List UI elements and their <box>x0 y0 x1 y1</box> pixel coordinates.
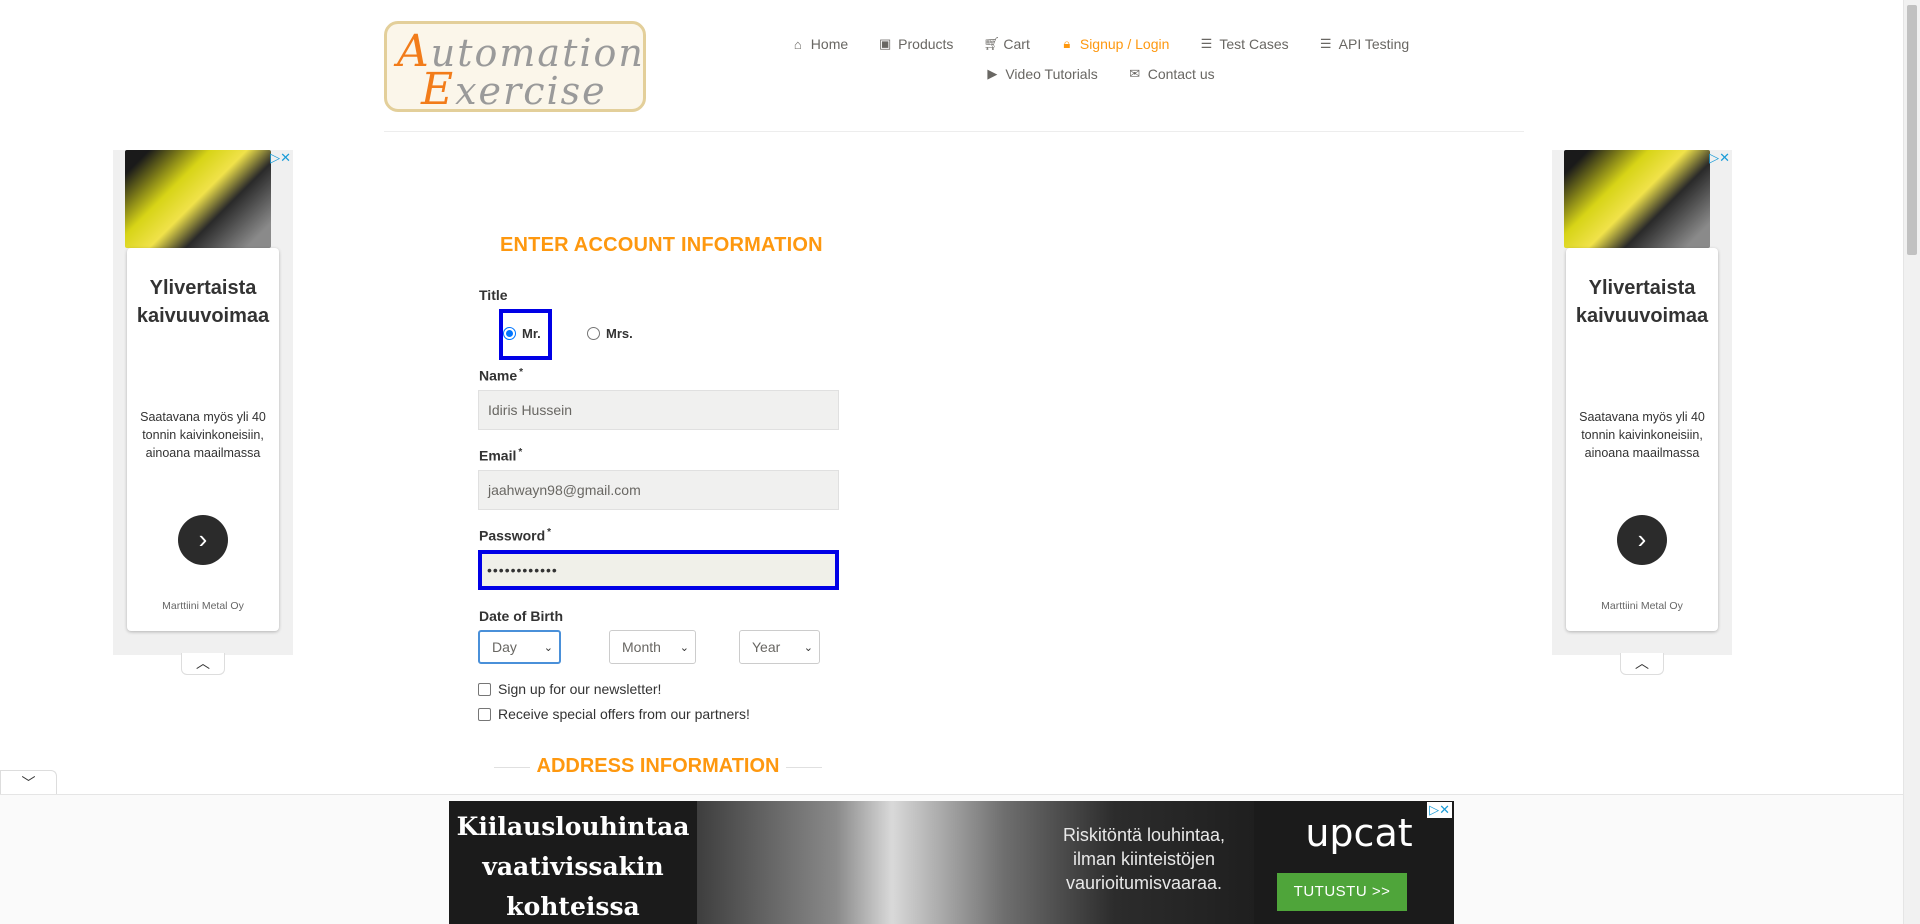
dob-year-select[interactable]: Year ⌄ <box>739 630 820 664</box>
offers-checkbox[interactable] <box>478 707 491 721</box>
youtube-icon: ▶ <box>987 66 998 81</box>
chevron-up-icon[interactable]: ︿ <box>181 653 225 675</box>
nav-cart[interactable]: 🛒︎ Cart <box>983 36 1029 52</box>
nav-home[interactable]: ⌂ Home <box>791 36 848 52</box>
page: Automation Exercise ⌂ Home ▣ Products 🛒︎… <box>0 0 1920 924</box>
chevron-right-icon[interactable]: › <box>1617 515 1667 565</box>
newsletter-label: Sign up for our newsletter! <box>498 681 662 697</box>
list-icon: ☰ <box>1319 36 1332 51</box>
dob-day-select[interactable]: Day ⌄ <box>478 630 561 664</box>
nav-test-cases-label: Test Cases <box>1219 36 1289 52</box>
bottom-ad-headline: Kiilauslouhintaa vaativissakin kohteissa <box>456 812 690 921</box>
ad-product-image <box>1564 150 1710 248</box>
nav-home-label: Home <box>810 36 849 52</box>
nav-products-label: Products <box>898 36 954 52</box>
ad-sponsor: Marttiini Metal Oy <box>1601 600 1683 612</box>
ad-choices-icon[interactable]: ▷✕ <box>1709 150 1730 166</box>
radio-label-mrs: Mrs. <box>606 326 633 341</box>
chevron-down-icon: ⌄ <box>543 641 553 654</box>
address-info-title: ADDRESS INFORMATION <box>536 755 780 777</box>
ad-body: Saatavana myös yli 40 tonnin kaivinkonei… <box>1579 410 1705 460</box>
home-icon: ⌂ <box>793 36 802 52</box>
bottom-ad-brand: upcat <box>1305 811 1413 855</box>
name-input[interactable]: Idiris Hussein <box>478 390 839 430</box>
ad-product-image <box>125 150 271 248</box>
email-label: Email * <box>479 447 523 464</box>
nav-products[interactable]: ▣ Products <box>878 36 953 52</box>
ad-card[interactable]: Ylivertaista kaivuuvoimaa Saatavana myös… <box>1566 248 1718 631</box>
envelope-icon: ✉ <box>1129 66 1141 81</box>
chevron-down-icon: ⌄ <box>679 641 689 654</box>
bottom-ad-side-text: Riskitöntä louhintaa, ilman kiinteistöje… <box>1062 825 1226 893</box>
main-nav: ⌂ Home ▣ Products 🛒︎ Cart 🔒︎ Signup / Lo… <box>780 29 1420 89</box>
chevron-down-icon[interactable]: ﹀ <box>0 770 57 795</box>
lock-icon: 🔒︎ <box>1063 36 1071 51</box>
nav-contact-us[interactable]: ✉ Contact us <box>1128 66 1215 82</box>
radio-button[interactable] <box>587 327 600 340</box>
offers-label: Receive special offers from our partners… <box>498 706 750 722</box>
dob-month-select[interactable]: Month ⌄ <box>609 630 696 664</box>
nav-contact-us-label: Contact us <box>1147 66 1215 82</box>
nav-signup-login[interactable]: 🔒︎ Signup / Login <box>1060 36 1170 52</box>
side-ad-right[interactable]: ▷✕ Ylivertaista kaivuuvoimaa Saatavana m… <box>1552 150 1732 675</box>
ad-choices-icon[interactable]: ▷✕ <box>270 150 291 166</box>
chevron-up-icon[interactable]: ︿ <box>1620 653 1664 675</box>
chevron-right-icon[interactable]: › <box>178 515 228 565</box>
cart-icon: 🛒︎ <box>983 36 1000 51</box>
nav-row-2: ▶ Video Tutorials ✉ Contact us <box>780 59 1420 89</box>
newsletter-checkbox-row[interactable]: Sign up for our newsletter! <box>478 681 661 697</box>
page-scrollbar[interactable] <box>1903 0 1920 924</box>
bottom-ad-cta-button[interactable]: TUTUSTU >> <box>1277 873 1407 911</box>
nav-test-cases[interactable]: ☰ Test Cases <box>1199 36 1289 52</box>
bottom-ad[interactable]: Kiilauslouhintaa vaativissakin kohteissa… <box>449 801 1454 924</box>
nav-api-testing[interactable]: ☰ API Testing <box>1319 36 1410 52</box>
ad-card[interactable]: Ylivertaista kaivuuvoimaa Saatavana myös… <box>127 248 279 631</box>
chevron-down-icon: ⌄ <box>803 641 813 654</box>
side-ad-left[interactable]: ▷✕ Ylivertaista kaivuuvoimaa Saatavana m… <box>113 150 293 675</box>
nav-signup-login-label: Signup / Login <box>1079 36 1170 52</box>
dob-label: Date of Birth <box>479 608 563 624</box>
form-title: ENTER ACCOUNT INFORMATION <box>500 234 823 256</box>
nav-cart-label: Cart <box>1003 36 1030 52</box>
list-icon: ☰ <box>1200 36 1213 51</box>
password-input[interactable]: •••••••••••• <box>478 550 839 590</box>
title-mr-radio[interactable]: Mr. <box>503 326 541 341</box>
nav-video-tutorials[interactable]: ▶ Video Tutorials <box>985 66 1097 82</box>
offers-checkbox-row[interactable]: Receive special offers from our partners… <box>478 706 750 722</box>
newsletter-checkbox[interactable] <box>478 682 491 696</box>
logo-line-2: Exercise <box>421 64 607 115</box>
ad-headline: Ylivertaista kaivuuvoimaa <box>1575 277 1709 327</box>
products-icon: ▣ <box>879 36 892 51</box>
ad-body: Saatavana myös yli 40 tonnin kaivinkonei… <box>140 410 266 460</box>
nav-api-testing-label: API Testing <box>1338 36 1410 52</box>
dob-selects: Day ⌄ Month ⌄ Year ⌄ <box>478 630 844 666</box>
ad-close-icon[interactable]: ▷✕ <box>1427 802 1452 818</box>
scrollbar-thumb[interactable] <box>1907 5 1917 255</box>
site-logo[interactable]: Automation Exercise <box>384 21 646 115</box>
email-input[interactable]: jaahwayn98@gmail.com <box>478 470 839 510</box>
ad-sponsor: Marttiini Metal Oy <box>162 600 244 612</box>
nav-row-1: ⌂ Home ▣ Products 🛒︎ Cart 🔒︎ Signup / Lo… <box>780 29 1420 59</box>
title-label: Title <box>479 287 508 303</box>
nav-video-tutorials-label: Video Tutorials <box>1005 66 1098 82</box>
title-mrs-radio[interactable]: Mrs. <box>587 326 633 341</box>
password-label: Password * <box>479 527 552 544</box>
radio-label-mr: Mr. <box>522 326 541 341</box>
name-label: Name * <box>479 367 524 384</box>
ad-headline: Ylivertaista kaivuuvoimaa <box>136 277 270 327</box>
header-divider <box>384 131 1524 132</box>
radio-button[interactable] <box>503 327 516 340</box>
